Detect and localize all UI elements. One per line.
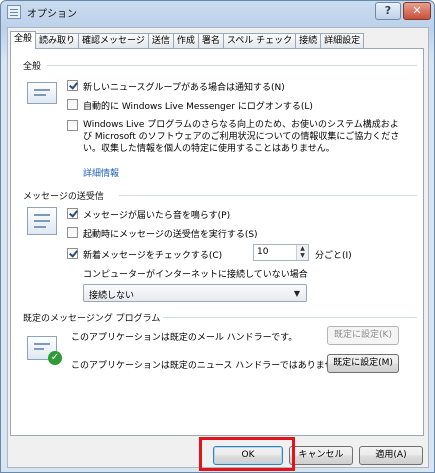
divider	[47, 65, 417, 66]
send-on-startup-checkbox[interactable]	[67, 227, 78, 238]
cancel-button[interactable]: キャンセル	[289, 446, 353, 465]
send-receive-icon	[27, 207, 57, 235]
interval-suffix: 分ごと(I)	[315, 251, 352, 261]
spin-down-icon[interactable]: ▼	[297, 252, 308, 259]
auto-logon-checkbox[interactable]	[67, 99, 78, 110]
chevron-down-icon: ▼	[293, 289, 300, 298]
tab-signatures[interactable]: 署名	[197, 33, 224, 49]
tab-connection[interactable]: 接続	[295, 33, 322, 49]
spin-up-icon[interactable]: ▲	[297, 245, 308, 252]
check-new-messages-label: 新着メッセージをチェックする(C)	[83, 251, 223, 261]
tab-read[interactable]: 読み取り	[35, 33, 80, 49]
auto-logon-label: 自動的に Windows Live Messenger にログオンする(L)	[83, 102, 313, 112]
divider	[163, 317, 417, 318]
section-default-programs-heading: 既定のメッセージング プログラム	[23, 314, 161, 324]
section-send-receive-heading: メッセージの送受信	[23, 192, 104, 202]
tab-panel-general: 全般 新しいニュースグループがある場合は通知する(N) 自動的に Windows…	[10, 48, 424, 436]
title-bar: オプション ? ✕	[1, 1, 434, 23]
options-dialog: オプション ? ✕ 全般 読み取り 確認メッセージ 送信 作成 署名 スペル チ…	[0, 0, 435, 473]
check-new-messages-checkbox[interactable]	[67, 248, 78, 259]
send-on-startup-label: 起動時にメッセージの送受信を実行する(S)	[83, 230, 258, 240]
interval-spinner[interactable]: 10 ▲ ▼	[253, 244, 309, 261]
tab-receipts[interactable]: 確認メッセージ	[78, 33, 149, 49]
offline-select[interactable]: 接続しない ▼	[83, 284, 307, 302]
tab-spelling[interactable]: スペル チェック	[222, 33, 297, 49]
set-default-news-button[interactable]: 既定に設定(M)	[327, 354, 399, 373]
window-title: オプション	[27, 9, 77, 20]
offline-label: コンピューターがインターネットに接続していない場合	[83, 270, 308, 280]
mail-handler-status: このアプリケーションは既定のメール ハンドラーです。	[71, 333, 298, 343]
interval-value: 10	[257, 247, 269, 257]
details-link[interactable]: 詳細情報	[83, 166, 119, 179]
apply-button[interactable]: 適用(A)	[359, 446, 423, 465]
tab-send[interactable]: 送信	[147, 33, 174, 49]
tab-general[interactable]: 全般	[10, 31, 37, 49]
ceip-checkbox[interactable]	[67, 120, 78, 131]
tab-strip: 全般 読み取り 確認メッセージ 送信 作成 署名 スペル チェック 接続 詳細設…	[10, 31, 365, 49]
envelope-icon	[27, 82, 57, 104]
app-icon	[7, 5, 21, 19]
notify-new-groups-label: 新しいニュースグループがある場合は通知する(N)	[83, 83, 285, 93]
set-default-mail-button[interactable]: 既定に設定(K)	[327, 326, 399, 345]
play-sound-checkbox[interactable]	[67, 208, 78, 219]
checkmark-icon: ✓	[48, 351, 62, 365]
ok-button-highlight	[199, 437, 295, 471]
notify-new-groups-checkbox[interactable]	[67, 80, 78, 91]
close-button[interactable]: ✕	[403, 2, 431, 20]
play-sound-label: メッセージが届いたら音を鳴らす(P)	[83, 211, 231, 221]
tab-advanced[interactable]: 詳細設定	[320, 33, 365, 49]
tab-compose[interactable]: 作成	[172, 33, 199, 49]
default-program-icon: ✓	[27, 336, 62, 365]
news-handler-status: このアプリケーションは既定のニュース ハンドラーではありません。	[71, 361, 352, 371]
spinner-arrows[interactable]: ▲ ▼	[296, 245, 308, 260]
section-general-heading: 全般	[23, 62, 42, 72]
divider	[119, 195, 417, 196]
dialog-body: 全般 読み取り 確認メッセージ 送信 作成 署名 スペル チェック 接続 詳細設…	[7, 27, 429, 471]
ceip-text: Windows Live プログラムのさらなる向上のため、お使いのシステム構成お…	[83, 120, 400, 154]
offline-select-value: 接続しない	[89, 291, 135, 301]
help-button[interactable]: ?	[375, 2, 401, 20]
